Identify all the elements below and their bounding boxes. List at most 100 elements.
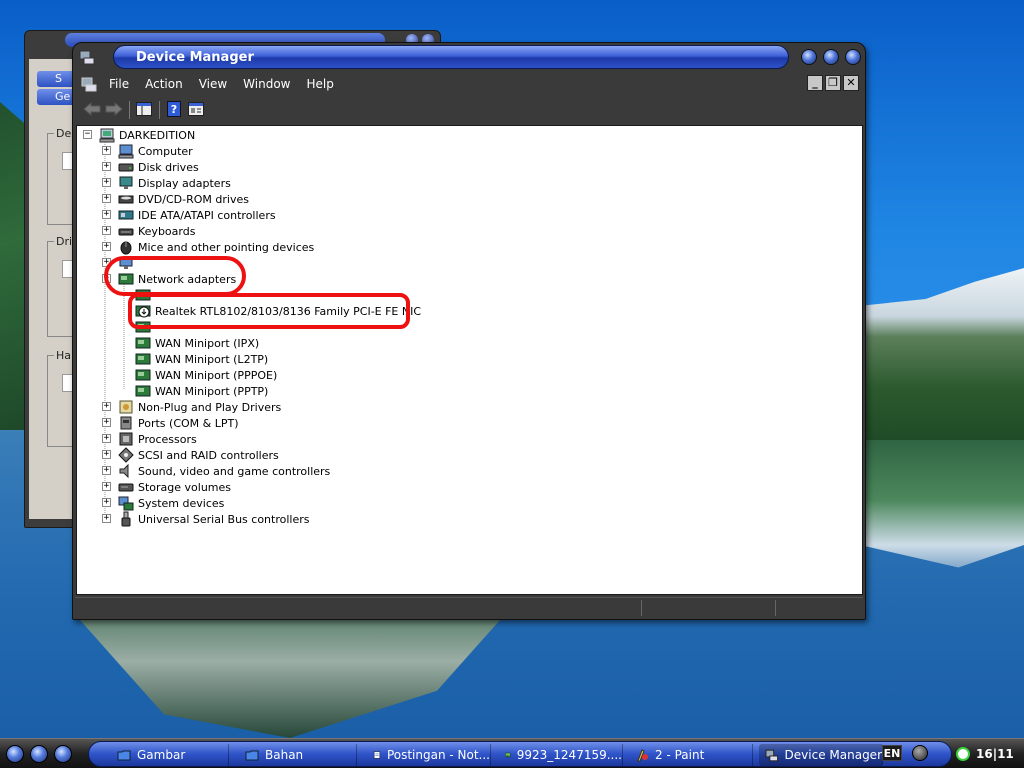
task-label: Gambar: [137, 748, 186, 762]
expander-device[interactable]: +: [102, 258, 111, 267]
tree-device-network-device[interactable]: [135, 319, 155, 335]
expander-dvd-cd-rom-drives[interactable]: +: [102, 194, 111, 203]
forward-button[interactable]: [105, 101, 123, 117]
minimize-button[interactable]: [801, 49, 817, 65]
tree-device-wan-miniport-l2tp[interactable]: WAN Miniport (L2TP): [135, 351, 268, 367]
tree-category-device[interactable]: [118, 255, 138, 271]
task-device-manager[interactable]: Device Manager: [759, 744, 883, 766]
maximize-button[interactable]: [823, 49, 839, 65]
expander-universal-serial-bus-controllers[interactable]: +: [102, 514, 111, 523]
tree-category-disk-drives[interactable]: Disk drives: [118, 159, 199, 175]
tree-item-label: Realtek RTL8102/8103/8136 Family PCI-E F…: [155, 304, 422, 318]
expander-computer[interactable]: +: [102, 146, 111, 155]
titlebar[interactable]: Device Manager: [73, 43, 865, 75]
tree-category-universal-serial-bus-controllers[interactable]: Universal Serial Bus controllers: [118, 511, 309, 527]
mdi-minimize-button[interactable]: _: [807, 75, 823, 91]
expander-system-devices[interactable]: +: [102, 498, 111, 507]
keyboard-icon: [118, 228, 134, 236]
menu-file[interactable]: File: [101, 73, 137, 95]
tree-category-non-plug-and-play-drivers[interactable]: Non-Plug and Play Drivers: [118, 399, 281, 415]
task-label: 9923_1247159....: [516, 748, 622, 762]
device-tree[interactable]: − DARKEDITION + Computer + Disk drives + Disp…: [76, 125, 863, 595]
language-bar-icon[interactable]: [912, 745, 928, 761]
mdi-close-button[interactable]: ✕: [843, 75, 859, 91]
properties-icon: [188, 102, 204, 116]
menu-window[interactable]: Window: [235, 73, 298, 95]
expander-ports-com-lpt[interactable]: +: [102, 418, 111, 427]
tree-device-wan-miniport-pptp[interactable]: WAN Miniport (PPTP): [135, 383, 268, 399]
task-postingan-notepad[interactable]: Postingan - Not...: [367, 744, 491, 766]
tree-category-storage-volumes[interactable]: Storage volumes: [118, 479, 231, 495]
quick-launch-orb[interactable]: [54, 745, 72, 763]
clock[interactable]: 16|11: [976, 747, 1014, 761]
network-card-icon: [135, 369, 151, 381]
tree-category-keyboards[interactable]: Keyboards: [118, 223, 195, 239]
expander-display-adapters[interactable]: +: [102, 178, 111, 187]
tree-category-ports-com-lpt[interactable]: Ports (COM & LPT): [118, 415, 239, 431]
close-button[interactable]: [845, 49, 861, 65]
status-cell: [775, 600, 776, 616]
task-image-9923[interactable]: 9923_1247159....: [499, 744, 623, 766]
help-button[interactable]: ?: [165, 101, 183, 117]
tree-device-network-device[interactable]: [135, 287, 155, 303]
properties-button[interactable]: [187, 101, 205, 117]
root-expander[interactable]: −: [83, 130, 92, 139]
tree-category-display-adapters[interactable]: Display adapters: [118, 175, 231, 191]
expander-disk-drives[interactable]: +: [102, 162, 111, 171]
quick-launch: [6, 745, 72, 763]
expander-network-adapters[interactable]: −: [102, 274, 111, 283]
tree-category-computer[interactable]: Computer: [118, 143, 193, 159]
device-manager-icon: [765, 749, 779, 762]
device-manager-icon[interactable]: [79, 49, 95, 65]
task-bahan[interactable]: Bahan: [239, 744, 357, 766]
tree-item-label: WAN Miniport (IPX): [155, 336, 260, 350]
tab-s[interactable]: S: [37, 71, 75, 87]
back-button[interactable]: [83, 101, 101, 117]
tree-category-dvd-cd-rom-drives[interactable]: DVD/CD-ROM drives: [118, 191, 249, 207]
usb-icon: [121, 511, 131, 527]
tree-device-wan-miniport-pppoe[interactable]: WAN Miniport (PPPOE): [135, 367, 277, 383]
tree-device-realtek-rtl8102-8103-8136-family-pci-e-fe-nic[interactable]: Realtek RTL8102/8103/8136 Family PCI-E F…: [135, 303, 421, 319]
task-gambar[interactable]: Gambar: [111, 744, 229, 766]
expander-keyboards[interactable]: +: [102, 226, 111, 235]
tree-category-system-devices[interactable]: System devices: [118, 495, 224, 511]
expander-mice-and-other-pointing-devices[interactable]: +: [102, 242, 111, 251]
quick-launch-orb[interactable]: [30, 745, 48, 763]
help-icon: ?: [167, 101, 181, 117]
device-manager-window[interactable]: Device Manager File Action View Window H…: [72, 42, 866, 620]
show-hide-console-tree-button[interactable]: [135, 101, 153, 117]
mdi-restore-button[interactable]: ❐: [825, 75, 841, 91]
tree-category-scsi-and-raid-controllers[interactable]: SCSI and RAID controllers: [118, 447, 279, 463]
tree-category-ide-ata-atapi-controllers[interactable]: IDE ATA/ATAPI controllers: [118, 207, 276, 223]
wallpaper-mountain-right: [860, 268, 1024, 440]
menu-action[interactable]: Action: [137, 73, 191, 95]
folder-icon: [245, 750, 259, 761]
tree-item-label: Non-Plug and Play Drivers: [138, 400, 282, 414]
tree-category-processors[interactable]: Processors: [118, 431, 197, 447]
tree-category-mice-and-other-pointing-devices[interactable]: Mice and other pointing devices: [118, 239, 314, 255]
tree-device-wan-miniport-ipx[interactable]: WAN Miniport (IPX): [135, 335, 259, 351]
expander-sound-video-and-game-controllers[interactable]: +: [102, 466, 111, 475]
mdi-buttons: _ ❐ ✕: [807, 75, 859, 91]
menu-view[interactable]: View: [191, 73, 235, 95]
tree-category-sound-video-and-game-controllers[interactable]: Sound, video and game controllers: [118, 463, 330, 479]
task-paint[interactable]: 2 - Paint: [629, 744, 753, 766]
expander-non-plug-and-play-drivers[interactable]: +: [102, 402, 111, 411]
wallpaper-reflection-right: [860, 440, 1024, 568]
tree-item-label: Storage volumes: [138, 480, 232, 494]
language-indicator[interactable]: EN: [882, 745, 902, 761]
system-tray: 16|11: [952, 742, 1024, 766]
tray-status-icon[interactable]: [956, 747, 970, 761]
document-system-menu-icon[interactable]: [81, 76, 97, 92]
expander-storage-volumes[interactable]: +: [102, 482, 111, 491]
tree-root[interactable]: DARKEDITION: [99, 127, 195, 143]
tree-category-network-adapters[interactable]: Network adapters: [118, 271, 236, 287]
menu-help[interactable]: Help: [299, 73, 342, 95]
quick-launch-orb[interactable]: [6, 745, 24, 763]
tree-root-label: DARKEDITION: [119, 128, 196, 142]
expander-scsi-and-raid-controllers[interactable]: +: [102, 450, 111, 459]
expander-ide-ata-atapi-controllers[interactable]: +: [102, 210, 111, 219]
tree-item-label: Sound, video and game controllers: [138, 464, 331, 478]
expander-processors[interactable]: +: [102, 434, 111, 443]
tab-general[interactable]: Ge: [37, 89, 75, 105]
